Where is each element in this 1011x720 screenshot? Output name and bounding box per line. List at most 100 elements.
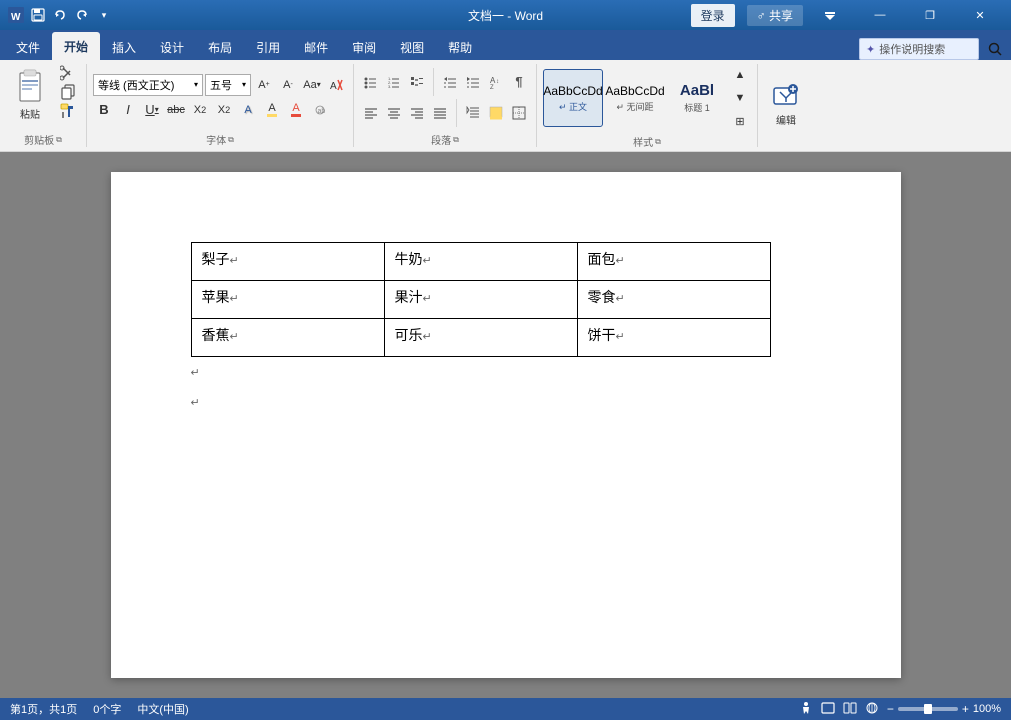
view-web-button[interactable] — [865, 701, 879, 718]
font-expand-icon[interactable]: ⧉ — [228, 135, 234, 145]
decrease-indent-button[interactable] — [439, 71, 461, 93]
font-size-dropdown[interactable]: 五号 ▾ — [205, 74, 251, 96]
restore-button[interactable]: ❐ — [907, 0, 953, 30]
zoom-in-button[interactable]: + — [962, 702, 969, 716]
login-button[interactable]: 登录 — [691, 4, 735, 27]
paragraph-expand-icon[interactable]: ⧉ — [453, 135, 459, 145]
paragraph-label: 段落 ⧉ — [360, 130, 530, 147]
style-no-spacing[interactable]: AaBbCcDd ↵ 无间距 — [605, 69, 665, 127]
underline-button[interactable]: U▾ — [141, 99, 163, 121]
clipboard-group-content: 粘贴 — [6, 64, 80, 130]
increase-indent-button[interactable] — [462, 71, 484, 93]
view-normal-button[interactable] — [821, 701, 835, 718]
cut-button[interactable] — [56, 64, 80, 82]
zoom-slider[interactable] — [898, 707, 958, 711]
text-effects-button[interactable]: A — [237, 99, 259, 121]
borders-button[interactable] — [508, 102, 530, 124]
numbering-button[interactable]: 1. 2. 3. — [383, 71, 405, 93]
font-name-value: 等线 (西文正文) — [98, 77, 174, 93]
italic-button[interactable]: I — [117, 99, 139, 121]
ribbon-collapse-button[interactable] — [807, 0, 853, 30]
table-cell-r1c1[interactable]: 梨子↵ — [191, 243, 384, 281]
search-bar[interactable]: ✦ 操作说明搜索 — [859, 38, 979, 60]
zoom-out-button[interactable]: − — [887, 702, 894, 716]
table-cell-r1c2[interactable]: 牛奶↵ — [384, 243, 577, 281]
styles-expand-icon[interactable]: ⧉ — [655, 137, 661, 147]
multilevel-button[interactable] — [406, 71, 428, 93]
format-painter-button[interactable] — [56, 102, 80, 120]
font-controls: 等线 (西文正文) ▾ 五号 ▾ A+ A- Aa▾ A — [93, 74, 347, 121]
bold-button[interactable]: B — [93, 99, 115, 121]
more-font-button[interactable]: ab — [309, 99, 331, 121]
highlight-color-button[interactable]: A — [261, 99, 283, 121]
style-scroll-up[interactable]: ▲ — [729, 64, 751, 86]
search-ribbon-button[interactable] — [987, 41, 1003, 57]
tab-file[interactable]: 文件 — [4, 34, 52, 60]
tab-help[interactable]: 帮助 — [436, 34, 484, 60]
clipboard-label: 剪贴板 ⧉ — [6, 130, 80, 147]
style-scroll-down[interactable]: ▼ — [729, 87, 751, 109]
save-qat-button[interactable] — [30, 7, 46, 23]
table-cell-r3c2[interactable]: 可乐↵ — [384, 319, 577, 357]
table-cell-r2c3[interactable]: 零食↵ — [577, 281, 770, 319]
tab-home[interactable]: 开始 — [52, 32, 100, 60]
change-case-button[interactable]: Aa▾ — [301, 74, 323, 96]
tab-insert[interactable]: 插入 — [100, 34, 148, 60]
tab-view[interactable]: 视图 — [388, 34, 436, 60]
align-center-button[interactable] — [383, 102, 405, 124]
copy-button[interactable] — [56, 83, 80, 101]
clipboard-expand-icon[interactable]: ⧉ — [56, 135, 62, 145]
shading-button[interactable] — [485, 102, 507, 124]
paste-button[interactable]: 粘贴 — [6, 64, 54, 124]
table-cell-r2c2[interactable]: 果汁↵ — [384, 281, 577, 319]
editing-group: 编辑 — [758, 64, 814, 147]
word-count: 0个字 — [93, 701, 121, 717]
table-cell-r1c3[interactable]: 面包↵ — [577, 243, 770, 281]
tab-design[interactable]: 设计 — [148, 34, 196, 60]
redo-qat-button[interactable] — [74, 7, 90, 23]
editing-button[interactable]: 编辑 — [764, 76, 808, 134]
style-normal[interactable]: AaBbCcDd ↵ 正文 — [543, 69, 603, 127]
font-color-button[interactable]: A — [285, 99, 307, 121]
strikethrough-button[interactable]: abc — [165, 99, 187, 121]
style-heading1[interactable]: AaBl 标题 1 — [667, 69, 727, 127]
superscript-button[interactable]: X2 — [213, 99, 235, 121]
statusbar-right: − + 100% — [799, 701, 1001, 718]
sort-button[interactable]: A ↕ Z — [485, 71, 507, 93]
tab-review[interactable]: 审阅 — [340, 34, 388, 60]
search-label: 操作说明搜索 — [879, 41, 945, 57]
bullets-button[interactable] — [360, 71, 382, 93]
tab-mailings[interactable]: 邮件 — [292, 34, 340, 60]
font-shrink-button[interactable]: A- — [277, 74, 299, 96]
accessibility-button[interactable] — [799, 701, 813, 718]
show-marks-button[interactable]: ¶ — [508, 71, 530, 93]
tab-layout[interactable]: 布局 — [196, 34, 244, 60]
style-nospacing-preview: AaBbCcDd — [605, 84, 664, 98]
clear-format-button[interactable]: A — [325, 74, 347, 96]
share-button[interactable]: ♂ 共享 — [747, 5, 803, 26]
styles-label: 样式 ⧉ — [543, 132, 751, 149]
font-grow-button[interactable]: A+ — [253, 74, 275, 96]
line-spacing-button[interactable] — [462, 102, 484, 124]
zoom-level[interactable]: 100% — [973, 703, 1001, 715]
customize-qat-button[interactable]: ▾ — [96, 7, 112, 23]
subscript-button[interactable]: X2 — [189, 99, 211, 121]
justify-button[interactable] — [429, 102, 451, 124]
table-cell-r3c3[interactable]: 饼干↵ — [577, 319, 770, 357]
style-expand[interactable]: ⊞ — [729, 110, 751, 132]
document-table[interactable]: 梨子↵ 牛奶↵ 面包↵ 苹果↵ 果汁↵ 零食↵ 香蕉↵ 可乐↵ 饼干↵ — [191, 242, 771, 357]
paragraph-group: 1. 2. 3. — [354, 64, 537, 147]
undo-qat-button[interactable] — [52, 7, 68, 23]
minimize-button[interactable]: — — [857, 0, 903, 30]
font-name-dropdown[interactable]: 等线 (西文正文) ▾ — [93, 74, 203, 96]
align-right-button[interactable] — [406, 102, 428, 124]
table-cell-r3c1[interactable]: 香蕉↵ — [191, 319, 384, 357]
view-reading-button[interactable] — [843, 701, 857, 718]
table-cell-r2c1[interactable]: 苹果↵ — [191, 281, 384, 319]
font-group-content: 等线 (西文正文) ▾ 五号 ▾ A+ A- Aa▾ A — [93, 64, 347, 130]
align-left-button[interactable] — [360, 102, 382, 124]
tab-references[interactable]: 引用 — [244, 34, 292, 60]
svg-text:W: W — [11, 12, 21, 23]
font-row2: B I U▾ abc X2 X2 A A — [93, 99, 347, 121]
close-button[interactable]: ✕ — [957, 0, 1003, 30]
